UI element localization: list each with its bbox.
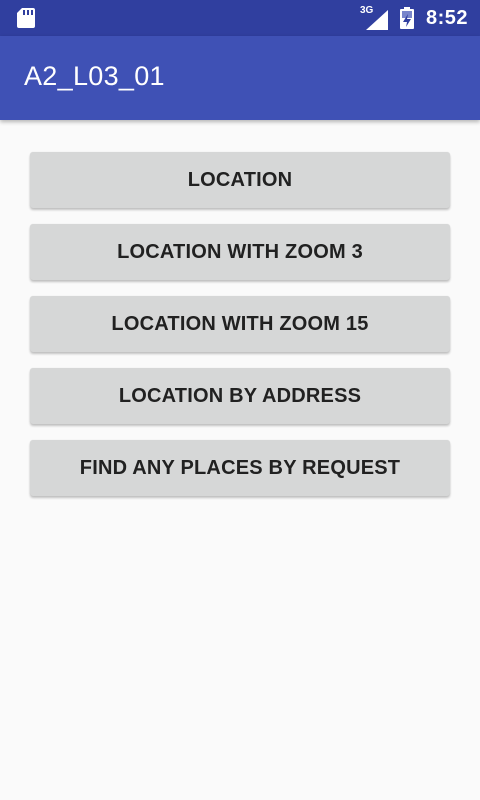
button-list: LOCATION LOCATION WITH ZOOM 3 LOCATION W… — [30, 152, 450, 512]
location-zoom-3-button[interactable]: LOCATION WITH ZOOM 3 — [30, 224, 450, 280]
sd-card-icon — [16, 7, 36, 29]
find-places-by-request-button[interactable]: FIND ANY PLACES BY REQUEST — [30, 440, 450, 496]
status-icons: 3G 8:52 — [360, 0, 468, 36]
app-title: A2_L03_01 — [24, 61, 165, 91]
cell-signal-icon: 3G — [360, 6, 388, 30]
location-zoom-15-button[interactable]: LOCATION WITH ZOOM 15 — [30, 296, 450, 352]
location-by-address-button[interactable]: LOCATION BY ADDRESS — [30, 368, 450, 424]
app-bar: A2_L03_01 — [0, 36, 480, 120]
status-clock: 8:52 — [425, 6, 468, 29]
location-button[interactable]: LOCATION — [30, 152, 450, 208]
battery-charging-icon — [399, 7, 414, 29]
status-bar: 3G 8:52 — [0, 0, 480, 36]
